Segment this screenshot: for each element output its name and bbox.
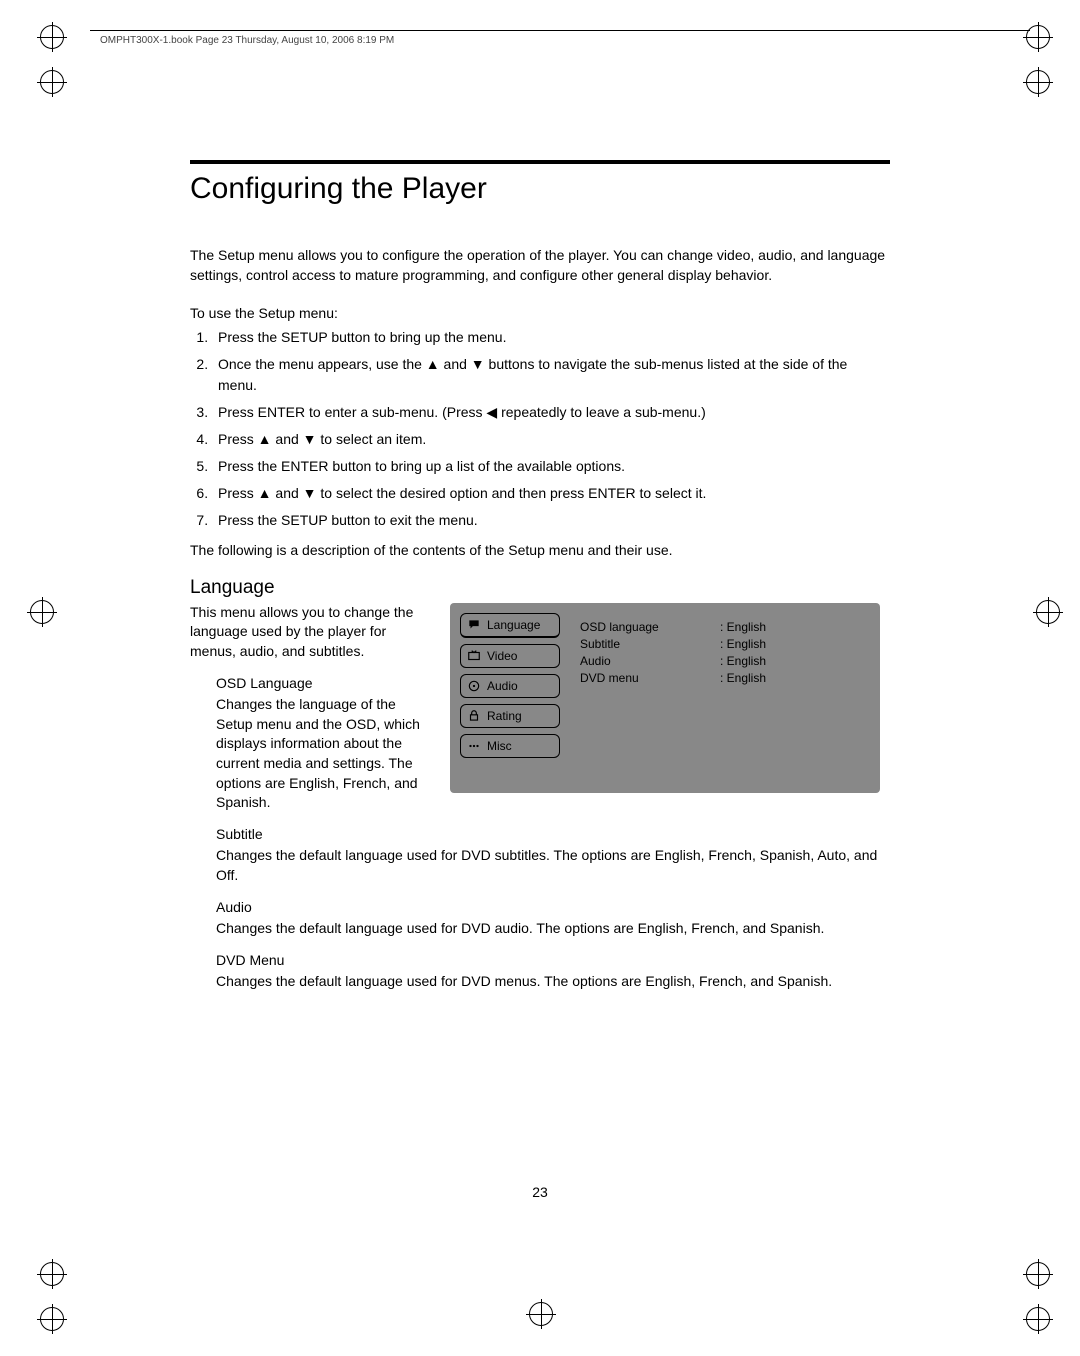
page-body: Configuring the Player The Setup menu al… — [190, 160, 890, 992]
step-item: Press the SETUP button to bring up the m… — [212, 327, 890, 348]
reg-mark-icon — [529, 1302, 553, 1326]
osd-row-key: Subtitle — [580, 637, 720, 651]
page-title: Configuring the Player — [190, 160, 890, 206]
osd-side-item-misc: Misc — [460, 734, 560, 758]
dvd-menu-heading: DVD Menu — [216, 951, 890, 971]
reg-mark-icon — [30, 600, 54, 624]
audio-body: Changes the default language used for DV… — [216, 919, 890, 939]
osd-language-body: Changes the language of the Setup menu a… — [216, 695, 430, 813]
osd-side-label: Audio — [487, 679, 518, 693]
dvd-menu-body: Changes the default language used for DV… — [216, 972, 890, 992]
reg-mark-icon — [40, 70, 64, 94]
osd-side-label: Misc — [487, 739, 512, 753]
osd-row-key: DVD menu — [580, 671, 720, 685]
osd-row-value: : English — [720, 620, 840, 634]
header-filename: OMPHT300X-1.book Page 23 Thursday, Augus… — [100, 35, 394, 46]
reg-mark-icon — [1026, 1262, 1050, 1286]
osd-side-item-audio: Audio — [460, 674, 560, 698]
subtitle-heading: Subtitle — [216, 825, 890, 845]
reg-mark-icon — [1026, 1307, 1050, 1331]
step-item: Once the menu appears, use the ▲ and ▼ b… — [212, 354, 890, 396]
step-item: Press the ENTER button to bring up a lis… — [212, 456, 890, 477]
audio-heading: Audio — [216, 898, 890, 918]
osd-side-item-language: Language — [460, 613, 560, 638]
subtitle-body: Changes the default language used for DV… — [216, 846, 890, 885]
osd-side-label: Rating — [487, 709, 522, 723]
lock-icon — [467, 709, 481, 723]
reg-mark-icon — [1026, 70, 1050, 94]
osd-side-label: Language — [487, 618, 540, 632]
dots-icon — [467, 739, 481, 753]
osd-side-item-video: Video — [460, 644, 560, 668]
reg-mark-icon — [40, 1262, 64, 1286]
osd-row-value: : English — [720, 654, 840, 668]
osd-main-pane: OSD language : English Subtitle : Englis… — [580, 617, 860, 688]
tv-icon — [467, 649, 481, 663]
step-item: Press ▲ and ▼ to select an item. — [212, 429, 890, 450]
osd-row-key: OSD language — [580, 620, 720, 634]
header-rule — [90, 30, 1030, 32]
language-heading: Language — [190, 577, 890, 599]
language-intro: This menu allows you to change the langu… — [190, 603, 430, 662]
osd-row: Audio : English — [580, 654, 860, 668]
step-item: Press ▲ and ▼ to select the desired opti… — [212, 483, 890, 504]
osd-side-label: Video — [487, 649, 517, 663]
reg-mark-icon — [40, 25, 64, 49]
speech-bubble-icon — [467, 618, 481, 632]
steps-list: Press the SETUP button to bring up the m… — [190, 327, 890, 531]
osd-side-menu: Language Video Audio — [460, 613, 560, 764]
reg-mark-icon — [1026, 25, 1050, 49]
intro-paragraph: The Setup menu allows you to configure t… — [190, 246, 890, 285]
osd-row: OSD language : English — [580, 620, 860, 634]
reg-mark-icon — [40, 1307, 64, 1331]
osd-menu-illustration: Language Video Audio — [450, 603, 880, 793]
reg-mark-icon — [1036, 600, 1060, 624]
osd-row: DVD menu : English — [580, 671, 860, 685]
osd-row-value: : English — [720, 671, 840, 685]
step-item: Press the SETUP button to exit the menu. — [212, 510, 890, 531]
page-number: 23 — [0, 1184, 1080, 1200]
osd-row: Subtitle : English — [580, 637, 860, 651]
osd-row-value: : English — [720, 637, 840, 651]
osd-language-heading: OSD Language — [216, 674, 430, 694]
step-item: Press ENTER to enter a sub-menu. (Press … — [212, 402, 890, 423]
disc-icon — [467, 679, 481, 693]
osd-side-item-rating: Rating — [460, 704, 560, 728]
post-steps-paragraph: The following is a description of the co… — [190, 541, 890, 561]
steps-heading: To use the Setup menu: — [190, 305, 890, 321]
osd-row-key: Audio — [580, 654, 720, 668]
